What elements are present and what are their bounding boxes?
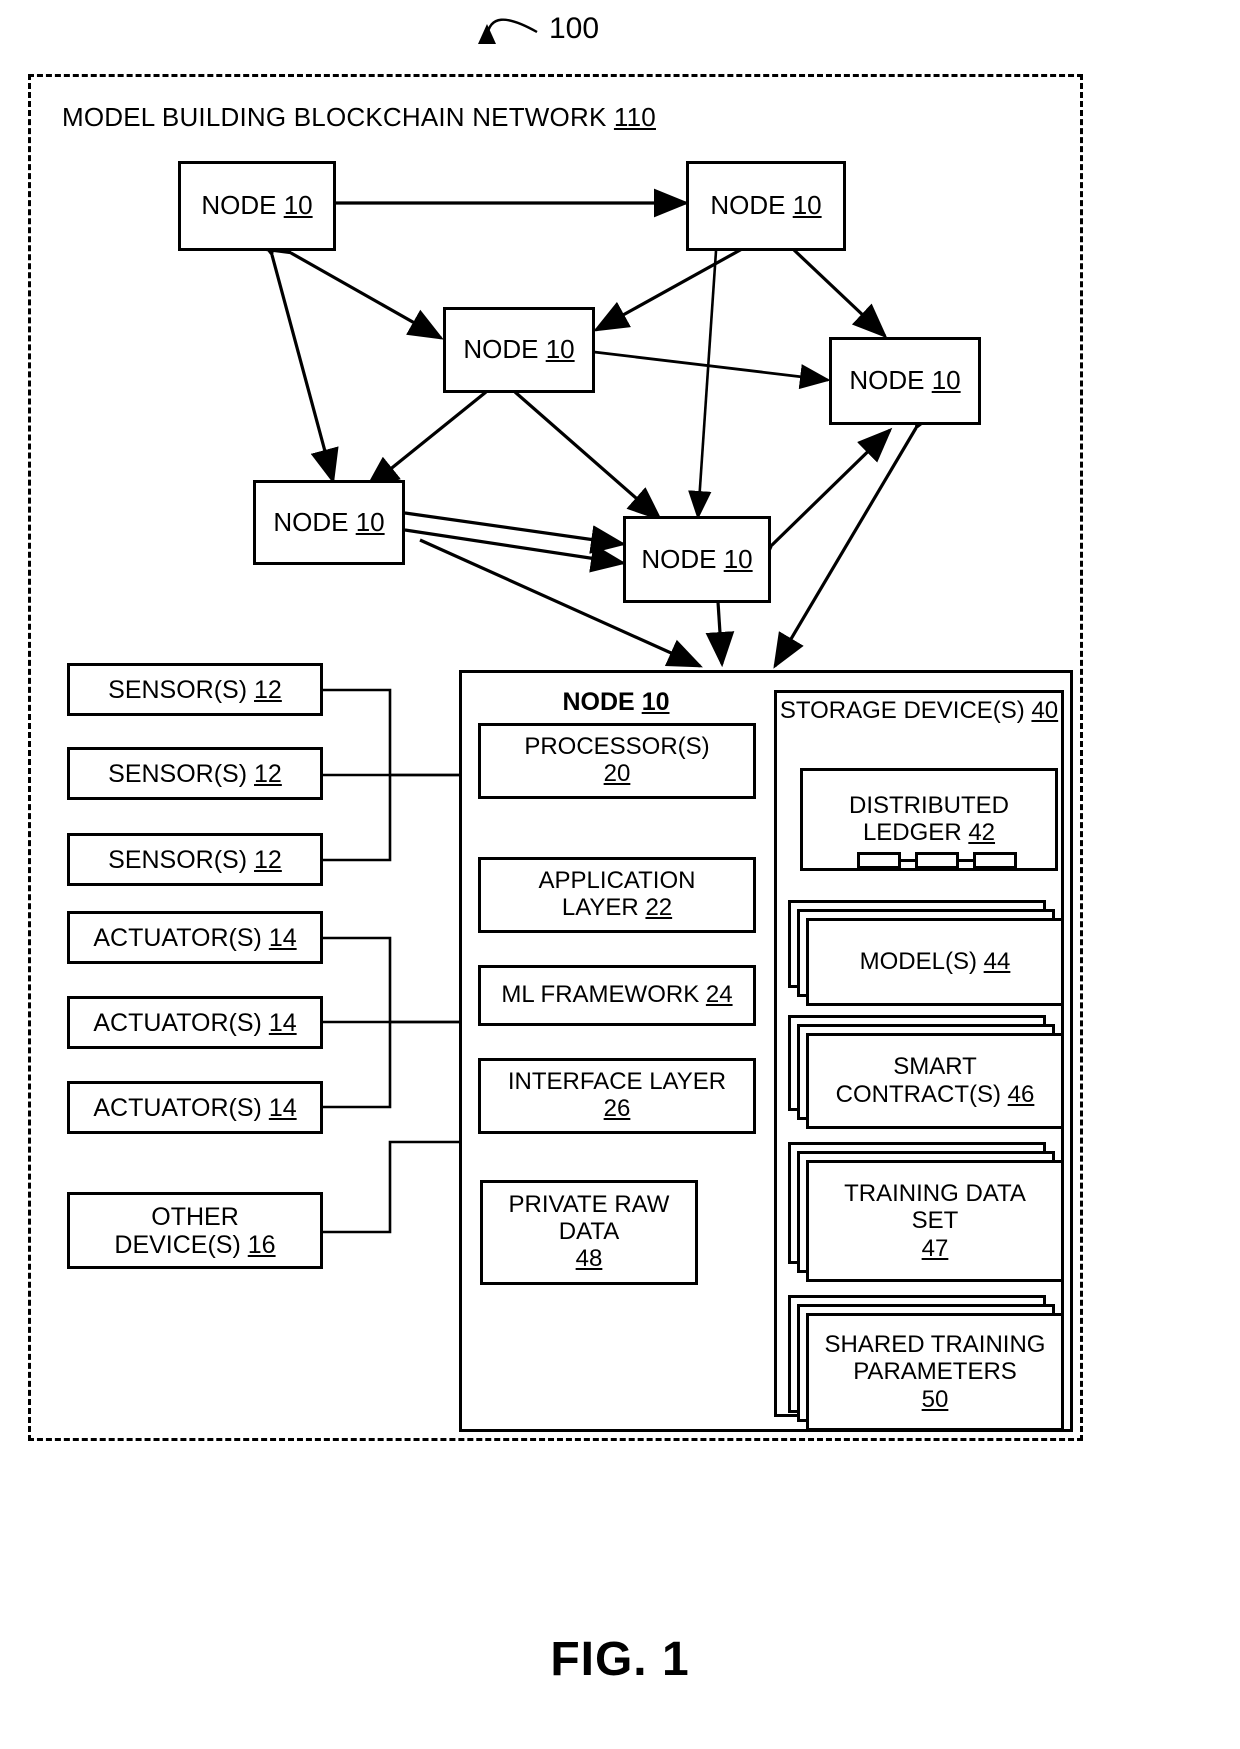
node-detail-title-numeral: 10 — [641, 688, 670, 716]
peripheral-label: SENSOR(S) — [108, 759, 255, 788]
storage-item-numeral: 44 — [983, 948, 1011, 976]
peripheral-numeral: 12 — [254, 759, 282, 788]
mesh-node-box[interactable]: NODE 10 — [623, 516, 771, 603]
peripheral-actuator-box[interactable]: ACTUATOR(S) 14 — [67, 1081, 323, 1134]
storage-item-line1: SHARED TRAINING — [824, 1330, 1046, 1358]
node-detail-title-text: NODE — [562, 688, 642, 716]
storage-item-line2: PARAMETERS — [853, 1358, 1017, 1386]
peripheral-sensor-box[interactable]: SENSOR(S) 12 — [67, 833, 323, 886]
node-component-line2: DATA — [558, 1218, 620, 1246]
node-component-application-layer-box[interactable]: APPLICATION LAYER 22 — [478, 857, 756, 933]
peripheral-numeral: 12 — [254, 675, 282, 704]
node-component-line1: INTERFACE LAYER — [507, 1068, 727, 1096]
peripheral-label: ACTUATOR(S) — [93, 1093, 269, 1122]
storage-item-numeral: 50 — [921, 1385, 949, 1413]
storage-title-numeral: 40 — [1031, 697, 1059, 724]
mesh-node-numeral: 10 — [283, 190, 313, 221]
mesh-node-box[interactable]: NODE 10 — [253, 480, 405, 565]
node-component-processor-box[interactable]: PROCESSOR(S) 20 — [478, 723, 756, 799]
peripheral-numeral: 12 — [254, 845, 282, 874]
storage-title-line1: STORAGE — [779, 697, 897, 724]
mesh-node-box[interactable]: NODE 10 — [178, 161, 336, 251]
peripheral-actuator-box[interactable]: ACTUATOR(S) 14 — [67, 911, 323, 964]
peripheral-label: SENSOR(S) — [108, 675, 255, 704]
storage-item-line1: SMART — [893, 1053, 977, 1081]
peripheral-label: ACTUATOR(S) — [93, 1008, 269, 1037]
node-component-numeral: 20 — [603, 760, 631, 787]
ledger-block — [973, 852, 1017, 869]
storage-item-line1: MODEL(S) — [859, 948, 984, 976]
peripheral-label: SENSOR(S) — [108, 845, 255, 874]
node-component-line1: PRIVATE RAW — [508, 1191, 670, 1219]
mesh-node-label: NODE — [641, 543, 724, 574]
storage-item-line1: DISTRIBUTED — [848, 791, 1009, 819]
mesh-node-numeral: 10 — [792, 190, 822, 221]
storage-title-line2: DEVICE(S) — [903, 697, 1032, 724]
peripheral-other-device-box[interactable]: OTHER DEVICE(S) 16 — [67, 1192, 323, 1269]
node-component-line1: ML FRAMEWORK — [501, 981, 706, 1009]
mesh-node-label: NODE — [463, 334, 546, 365]
storage-item-line2: LEDGER — [862, 818, 969, 846]
patent-figure-1: 100 MODEL BUILDING BLOCKCHAIN NETWORK 11… — [0, 0, 1240, 1749]
mesh-node-label: NODE — [710, 190, 793, 221]
storage-item-training-data-set-box[interactable]: TRAINING DATA SET 47 — [806, 1160, 1064, 1282]
mesh-node-box[interactable]: NODE 10 — [443, 307, 595, 393]
node-component-numeral: 26 — [603, 1095, 631, 1122]
peripheral-actuator-box[interactable]: ACTUATOR(S) 14 — [67, 996, 323, 1049]
storage-item-numeral: 42 — [968, 818, 996, 846]
mesh-node-numeral: 10 — [355, 506, 385, 537]
network-title-text: MODEL BUILDING BLOCKCHAIN NETWORK — [62, 102, 614, 132]
node-component-numeral: 24 — [705, 981, 733, 1009]
node-component-line1: APPLICATION — [538, 867, 696, 895]
storage-item-line2: CONTRACT(S) — [835, 1081, 1008, 1108]
mesh-node-label: NODE — [201, 190, 284, 221]
peripheral-label-line1: OTHER — [151, 1202, 239, 1231]
storage-item-numeral: 46 — [1007, 1081, 1035, 1108]
ledger-block — [857, 852, 901, 869]
network-title-numeral: 110 — [613, 102, 656, 132]
network-title: MODEL BUILDING BLOCKCHAIN NETWORK 110 — [62, 102, 656, 133]
node-component-line1: PROCESSOR(S) — [524, 733, 710, 761]
peripheral-numeral: 14 — [268, 923, 297, 952]
node-component-private-raw-data-box[interactable]: PRIVATE RAW DATA 48 — [480, 1180, 698, 1285]
mesh-node-label: NODE — [849, 365, 932, 396]
reference-numeral-100: 100 — [549, 12, 600, 45]
ledger-link — [959, 859, 973, 862]
peripheral-sensor-box[interactable]: SENSOR(S) 12 — [67, 747, 323, 800]
node-component-interface-layer-box[interactable]: INTERFACE LAYER 26 — [478, 1058, 756, 1134]
storage-device-title: STORAGE DEVICE(S) 40 — [774, 697, 1064, 725]
mesh-node-box[interactable]: NODE 10 — [686, 161, 846, 251]
blockchain-link-icon — [857, 852, 1017, 869]
node-component-numeral: 22 — [645, 894, 673, 921]
node-component-numeral: 48 — [575, 1244, 603, 1272]
mesh-node-numeral: 10 — [723, 543, 753, 574]
mesh-node-box[interactable]: NODE 10 — [829, 337, 981, 425]
node-component-line2: LAYER — [561, 894, 646, 921]
storage-item-shared-training-parameters-box[interactable]: SHARED TRAINING PARAMETERS 50 — [806, 1313, 1064, 1431]
storage-item-smart-contracts-stack[interactable]: SMART CONTRACT(S) 46 — [788, 1015, 1064, 1133]
mesh-node-numeral: 10 — [545, 334, 575, 365]
node-detail-title: NODE 10 — [459, 688, 773, 717]
figure-caption: FIG. 1 — [550, 1633, 690, 1686]
peripheral-sensor-box[interactable]: SENSOR(S) 12 — [67, 663, 323, 716]
peripheral-label-line2: DEVICE(S) — [114, 1230, 248, 1259]
storage-item-models-box[interactable]: MODEL(S) 44 — [806, 918, 1064, 1006]
storage-item-training-data-set-stack[interactable]: TRAINING DATA SET 47 — [788, 1142, 1064, 1286]
node-component-ml-framework-box[interactable]: ML FRAMEWORK 24 — [478, 965, 756, 1026]
mesh-node-label: NODE — [273, 506, 356, 537]
storage-item-shared-training-parameters-stack[interactable]: SHARED TRAINING PARAMETERS 50 — [788, 1295, 1064, 1439]
peripheral-numeral: 14 — [268, 1093, 297, 1122]
mesh-node-numeral: 10 — [931, 365, 961, 396]
peripheral-label: ACTUATOR(S) — [93, 923, 269, 952]
storage-item-numeral: 47 — [921, 1234, 949, 1262]
storage-item-models-stack[interactable]: MODEL(S) 44 — [788, 900, 1064, 1006]
peripheral-numeral: 16 — [247, 1230, 276, 1259]
storage-item-smart-contracts-box[interactable]: SMART CONTRACT(S) 46 — [806, 1033, 1064, 1129]
ledger-block — [915, 852, 959, 869]
storage-item-line2: SET — [911, 1207, 959, 1235]
ledger-link — [901, 859, 915, 862]
storage-item-line1: TRAINING DATA — [844, 1179, 1026, 1207]
peripheral-numeral: 14 — [268, 1008, 297, 1037]
